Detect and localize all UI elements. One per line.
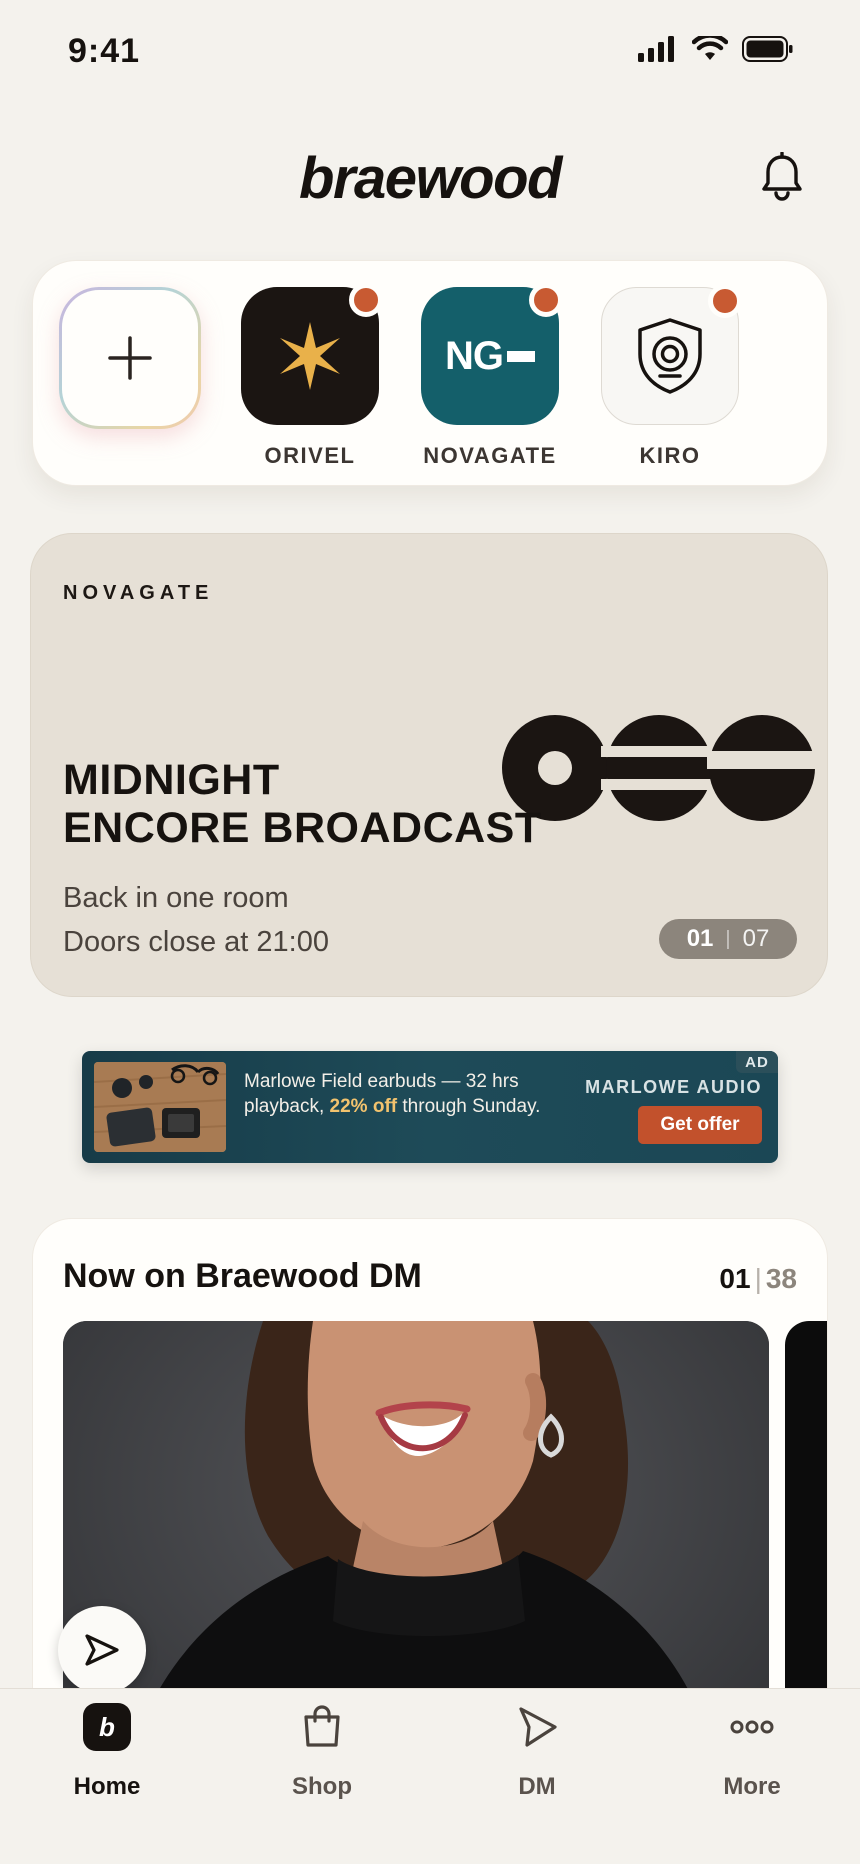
unread-dot	[708, 284, 742, 318]
unread-dot	[529, 283, 563, 317]
ad-brand: MARLOWE AUDIO	[585, 1077, 762, 1097]
ad-banner[interactable]: Marlowe Field earbuds — 32 hrs playback,…	[82, 1051, 778, 1163]
channels-strip: ORIVEL NG NOVAGATE KIRO	[32, 260, 828, 486]
status-bar: 9:41	[0, 0, 860, 100]
battery-icon	[742, 36, 793, 62]
bell-icon[interactable]	[760, 151, 804, 202]
channel-kiro[interactable]: KIRO	[601, 284, 742, 469]
dm-section-title: Now on Braewood DM	[63, 1257, 422, 1295]
bottom-tab-bar: b Home Shop DM More	[0, 1688, 860, 1864]
status-icons	[638, 36, 794, 62]
dm-carousel-counter: 01 | 38	[719, 1263, 797, 1294]
get-offer-button[interactable]: Get offer	[638, 1106, 762, 1144]
bag-icon	[296, 1701, 348, 1753]
channel-kiro-logo	[601, 284, 742, 425]
brand-logo: braewood	[299, 146, 562, 211]
plus-icon	[108, 336, 152, 380]
tab-label: Shop	[292, 1773, 352, 1800]
pager-current: 01	[686, 925, 714, 952]
hero-pager[interactable]: 01 | 07	[659, 919, 797, 959]
pager-separator: |	[725, 927, 731, 950]
shield-icon	[638, 318, 702, 394]
home-logo-icon: b	[81, 1701, 133, 1753]
hero-subtitle: Back in one room Doors close at 21:00	[63, 882, 329, 958]
more-dots-icon	[726, 1701, 778, 1753]
ad-copy: Marlowe Field earbuds — 32 hrs playback,…	[244, 1071, 541, 1117]
signal-icon	[638, 36, 674, 62]
star-icon	[280, 322, 340, 390]
channel-novagate[interactable]: NG NOVAGATE	[421, 283, 563, 469]
send-icon	[511, 1701, 563, 1753]
hero-kicker: NOVAGATE	[63, 582, 214, 604]
channel-orivel-logo	[241, 283, 383, 425]
novagate-logo-text: NG	[445, 333, 504, 378]
send-icon	[85, 1634, 119, 1666]
hero-art-graphic	[502, 715, 817, 821]
channel-label: NOVAGATE	[423, 443, 557, 468]
add-channel-button[interactable]	[59, 287, 201, 429]
channel-orivel[interactable]: ORIVEL	[241, 283, 383, 469]
ad-product-image	[94, 1062, 226, 1152]
channel-label: KIRO	[639, 443, 701, 468]
tab-label: More	[723, 1773, 781, 1800]
send-dm-button[interactable]	[58, 1606, 146, 1694]
tab-label: Home	[73, 1773, 141, 1800]
status-time: 9:41	[68, 32, 141, 70]
unread-dot	[349, 283, 383, 317]
pager-total: 07	[742, 925, 770, 952]
wifi-icon	[692, 36, 728, 60]
hero-title: MIDNIGHT ENCORE BROADCAST	[63, 756, 542, 852]
tab-label: DM	[518, 1773, 556, 1800]
featured-broadcast-card[interactable]: NOVAGATE MIDNIGHT ENCORE BROADCAST Back …	[30, 533, 828, 997]
channel-label: ORIVEL	[264, 443, 356, 468]
ad-badge: AD	[736, 1051, 778, 1073]
channel-novagate-logo: NG	[421, 283, 563, 425]
